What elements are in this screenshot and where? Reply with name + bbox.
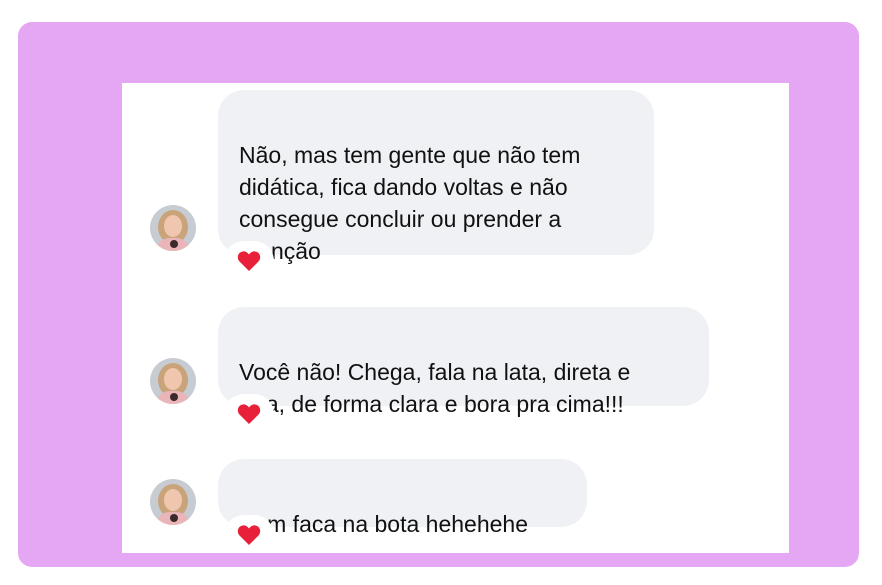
message-row: Bem faca na bota hehehehe <box>122 459 789 553</box>
heart-icon <box>237 251 261 271</box>
avatar[interactable] <box>150 205 196 251</box>
message-bubble[interactable]: Você não! Chega, fala na lata, direta e … <box>218 307 709 417</box>
reaction-badge[interactable] <box>224 515 274 553</box>
message-bubble[interactable]: Não, mas tem gente que não tem didática,… <box>218 90 654 264</box>
chat-thread: Não, mas tem gente que não tem didática,… <box>122 83 789 553</box>
screenshot-frame: Não, mas tem gente que não tem didática,… <box>18 22 859 567</box>
avatar[interactable] <box>150 358 196 404</box>
reaction-badge[interactable] <box>224 241 274 281</box>
message-text: Não, mas tem gente que não tem didática,… <box>239 142 581 264</box>
message-row: Você não! Chega, fala na lata, direta e … <box>122 307 789 447</box>
heart-icon <box>237 525 261 545</box>
message-text: Você não! Chega, fala na lata, direta e … <box>239 359 631 417</box>
reaction-badge[interactable] <box>224 394 274 434</box>
avatar[interactable] <box>150 479 196 525</box>
heart-icon <box>237 404 261 424</box>
message-bubble[interactable]: Bem faca na bota hehehehe <box>218 459 587 537</box>
message-row: Não, mas tem gente que não tem didática,… <box>122 83 789 288</box>
message-text: Bem faca na bota hehehehe <box>239 511 529 537</box>
